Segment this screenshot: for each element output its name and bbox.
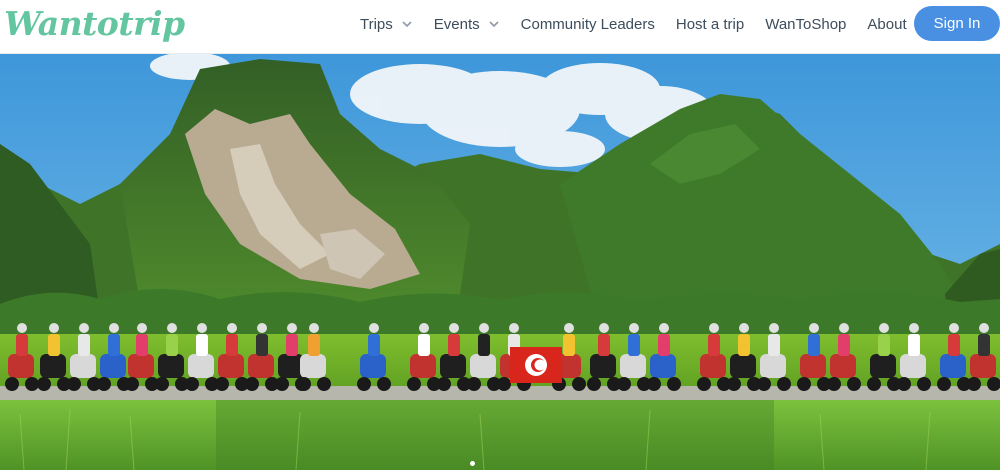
nav-item-wantoshop[interactable]: WanToShop [765, 16, 846, 33]
rider [256, 323, 268, 356]
chevron-down-icon [488, 18, 500, 30]
rider [708, 323, 720, 356]
nav-item-label: Trips [360, 15, 393, 33]
rider [948, 323, 960, 356]
nav-item-community-leaders[interactable]: Community Leaders [521, 16, 655, 33]
nav-item-label: Host a trip [675, 15, 745, 33]
rider [166, 323, 178, 356]
rider [16, 323, 28, 356]
site-header: Wantotrip Trips Events Community Leaders… [0, 0, 1000, 54]
rider [658, 323, 670, 356]
main-nav: Trips Events Community Leaders Host a tr… [360, 0, 948, 48]
rider [78, 323, 90, 356]
wantotrip-logo[interactable]: Wantotrip [4, 4, 185, 44]
rider [838, 323, 850, 356]
nav-item-label: Community Leaders [520, 15, 655, 33]
rider [286, 323, 298, 356]
rider [226, 323, 238, 356]
rider [196, 323, 208, 356]
rider [978, 323, 990, 356]
nav-item-events[interactable]: Events [434, 16, 500, 33]
hero-banner [0, 54, 1000, 470]
tunisian-flag [510, 347, 562, 383]
rider [108, 323, 120, 356]
rider [878, 323, 890, 356]
rider [368, 323, 380, 356]
rider [563, 323, 575, 356]
rider [628, 323, 640, 356]
hero-image [0, 54, 1000, 470]
chevron-down-icon [401, 18, 413, 30]
rider [448, 323, 460, 356]
rider [738, 323, 750, 356]
nav-item-label: WanToShop [765, 15, 847, 33]
sign-in-button[interactable]: Sign In [914, 6, 1000, 41]
logo-text: Wantotrip [4, 4, 185, 43]
rider [768, 323, 780, 356]
rider [808, 323, 820, 356]
nav-item-label: Events [433, 15, 480, 33]
rider [598, 323, 610, 356]
carousel-dot[interactable] [470, 461, 475, 466]
rider [136, 323, 148, 356]
rider [478, 323, 490, 356]
rider [908, 323, 920, 356]
nav-item-host-a-trip[interactable]: Host a trip [676, 16, 744, 33]
nav-item-label: About [867, 15, 907, 33]
rider [308, 323, 320, 356]
rider [418, 323, 430, 356]
rider [48, 323, 60, 356]
nav-item-trips[interactable]: Trips [360, 16, 413, 33]
